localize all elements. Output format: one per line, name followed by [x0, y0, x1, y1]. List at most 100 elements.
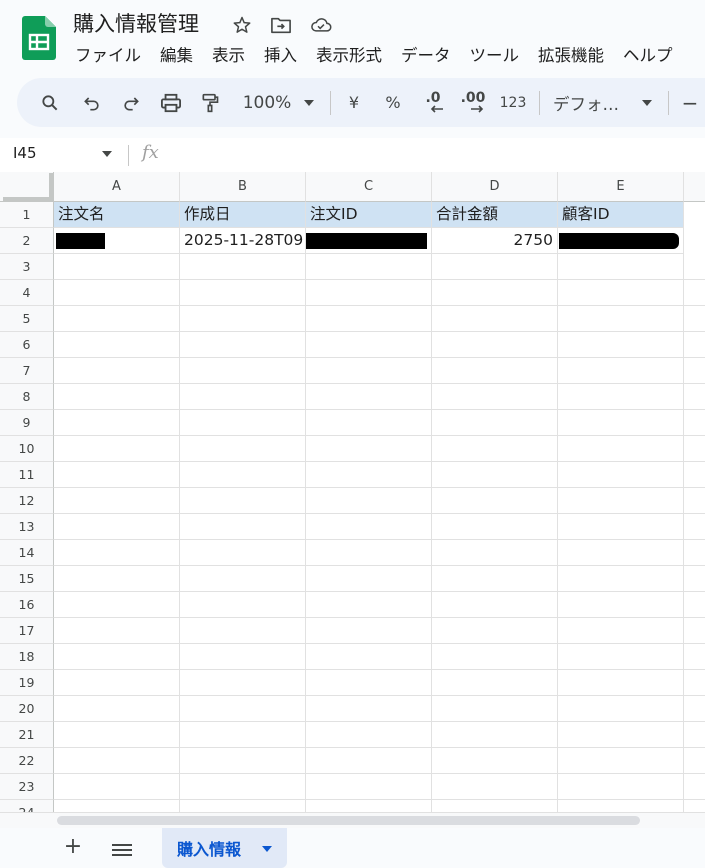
- cell-a1[interactable]: 注文名: [54, 202, 180, 228]
- empty-cell[interactable]: [558, 540, 684, 566]
- empty-cell[interactable]: [684, 540, 705, 566]
- row-header-11[interactable]: 11: [0, 462, 54, 488]
- column-header-d[interactable]: D: [432, 172, 558, 202]
- empty-cell[interactable]: [180, 670, 306, 696]
- empty-cell[interactable]: [558, 436, 684, 462]
- select-all-corner[interactable]: [0, 172, 54, 202]
- redo-icon[interactable]: [118, 90, 144, 115]
- empty-cell[interactable]: [558, 722, 684, 748]
- row-header-20[interactable]: 20: [0, 696, 54, 722]
- empty-cell[interactable]: [432, 436, 558, 462]
- column-header-c[interactable]: C: [306, 172, 432, 202]
- empty-cell[interactable]: [684, 436, 705, 462]
- empty-cell[interactable]: [432, 670, 558, 696]
- cell-e2[interactable]: [558, 228, 684, 254]
- cell-e1[interactable]: 顧客ID: [558, 202, 684, 228]
- star-icon[interactable]: [231, 14, 253, 36]
- empty-cell[interactable]: [306, 306, 432, 332]
- empty-cell[interactable]: [558, 306, 684, 332]
- empty-cell[interactable]: [180, 566, 306, 592]
- empty-cell[interactable]: [306, 384, 432, 410]
- empty-cell[interactable]: [684, 696, 705, 722]
- empty-cell[interactable]: [306, 332, 432, 358]
- empty-cell[interactable]: [432, 592, 558, 618]
- row-header-8[interactable]: 8: [0, 384, 54, 410]
- row-header-23[interactable]: 23: [0, 774, 54, 800]
- empty-cell[interactable]: [684, 514, 705, 540]
- empty-cell[interactable]: [432, 722, 558, 748]
- empty-cell[interactable]: [54, 488, 180, 514]
- empty-cell[interactable]: [558, 462, 684, 488]
- empty-cell[interactable]: [432, 254, 558, 280]
- empty-cell[interactable]: [684, 748, 705, 774]
- empty-cell[interactable]: [306, 540, 432, 566]
- row-header-22[interactable]: 22: [0, 748, 54, 774]
- menu-help[interactable]: ヘルプ: [614, 43, 683, 69]
- empty-cell[interactable]: [306, 254, 432, 280]
- empty-cell[interactable]: [180, 774, 306, 800]
- empty-cell[interactable]: [432, 800, 558, 812]
- cell-b1[interactable]: 作成日: [180, 202, 306, 228]
- row-header-18[interactable]: 18: [0, 644, 54, 670]
- row-header-9[interactable]: 9: [0, 410, 54, 436]
- row-header-14[interactable]: 14: [0, 540, 54, 566]
- all-sheets-menu-icon[interactable]: [112, 844, 132, 859]
- empty-cell[interactable]: [306, 566, 432, 592]
- empty-cell[interactable]: [54, 436, 180, 462]
- sheets-logo-icon[interactable]: [22, 16, 56, 60]
- empty-cell[interactable]: [306, 358, 432, 384]
- empty-cell[interactable]: [306, 696, 432, 722]
- empty-cell[interactable]: [180, 540, 306, 566]
- row-header-6[interactable]: 6: [0, 332, 54, 358]
- empty-cell[interactable]: [54, 722, 180, 748]
- cloud-saved-icon[interactable]: [310, 14, 332, 36]
- empty-cell[interactable]: [684, 644, 705, 670]
- empty-cell[interactable]: [432, 618, 558, 644]
- empty-cell[interactable]: [432, 280, 558, 306]
- empty-cell[interactable]: [54, 540, 180, 566]
- row-header-4[interactable]: 4: [0, 280, 54, 306]
- increase-decimal-button[interactable]: .00: [458, 90, 488, 115]
- empty-cell[interactable]: [180, 800, 306, 812]
- empty-cell[interactable]: [180, 436, 306, 462]
- empty-cell[interactable]: [684, 618, 705, 644]
- empty-cell[interactable]: [54, 566, 180, 592]
- empty-cell[interactable]: [180, 644, 306, 670]
- name-box[interactable]: I45: [13, 144, 37, 162]
- currency-format-button[interactable]: ¥: [343, 90, 365, 115]
- empty-cell[interactable]: [558, 410, 684, 436]
- font-dropdown-icon[interactable]: [639, 90, 655, 115]
- empty-cell[interactable]: [558, 644, 684, 670]
- menu-edit[interactable]: 編集: [151, 43, 203, 69]
- empty-cell[interactable]: [558, 384, 684, 410]
- cell-c2[interactable]: [306, 228, 432, 254]
- menu-data[interactable]: データ: [392, 43, 461, 69]
- menu-view[interactable]: 表示: [203, 43, 255, 69]
- sheet-tab-active[interactable]: 購入情報: [162, 828, 287, 868]
- column-header-f[interactable]: [684, 172, 705, 202]
- empty-cell[interactable]: [684, 462, 705, 488]
- empty-cell[interactable]: [558, 280, 684, 306]
- empty-cell[interactable]: [306, 592, 432, 618]
- empty-cell[interactable]: [54, 644, 180, 670]
- empty-cell[interactable]: [306, 722, 432, 748]
- empty-cell[interactable]: [306, 410, 432, 436]
- row-header-15[interactable]: 15: [0, 566, 54, 592]
- empty-cell[interactable]: [180, 722, 306, 748]
- empty-cell[interactable]: [306, 436, 432, 462]
- row-header-1[interactable]: 1: [0, 202, 54, 228]
- percent-format-button[interactable]: %: [382, 90, 404, 115]
- empty-cell[interactable]: [432, 566, 558, 592]
- cell-b2[interactable]: 2025-11-28T09:1: [180, 228, 306, 254]
- zoom-dropdown-icon[interactable]: [301, 90, 317, 115]
- empty-cell[interactable]: [54, 800, 180, 812]
- move-folder-icon[interactable]: [270, 14, 292, 36]
- empty-cell[interactable]: [54, 618, 180, 644]
- undo-icon[interactable]: [79, 90, 105, 115]
- empty-cell[interactable]: [432, 462, 558, 488]
- empty-cell[interactable]: [306, 644, 432, 670]
- empty-cell[interactable]: [684, 566, 705, 592]
- empty-cell[interactable]: [180, 332, 306, 358]
- empty-cell[interactable]: [54, 254, 180, 280]
- empty-cell[interactable]: [54, 592, 180, 618]
